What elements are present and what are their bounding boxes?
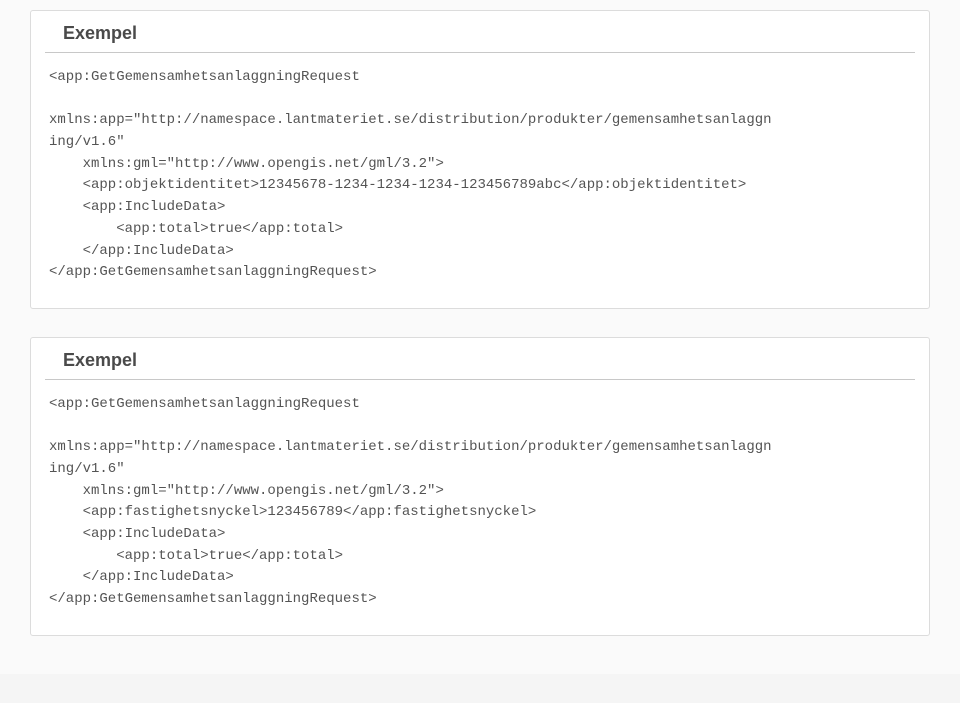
example-box-2: Exempel <app:GetGemensamhetsanlaggningRe… (30, 337, 930, 636)
page-container: Exempel <app:GetGemensamhetsanlaggningRe… (0, 0, 960, 674)
example-box-1: Exempel <app:GetGemensamhetsanlaggningRe… (30, 10, 930, 309)
example-title: Exempel (63, 23, 897, 44)
example-header: Exempel (45, 338, 915, 380)
example-header: Exempel (45, 11, 915, 53)
code-block: <app:GetGemensamhetsanlaggningRequest xm… (31, 380, 929, 635)
code-block: <app:GetGemensamhetsanlaggningRequest xm… (31, 53, 929, 308)
example-title: Exempel (63, 350, 897, 371)
